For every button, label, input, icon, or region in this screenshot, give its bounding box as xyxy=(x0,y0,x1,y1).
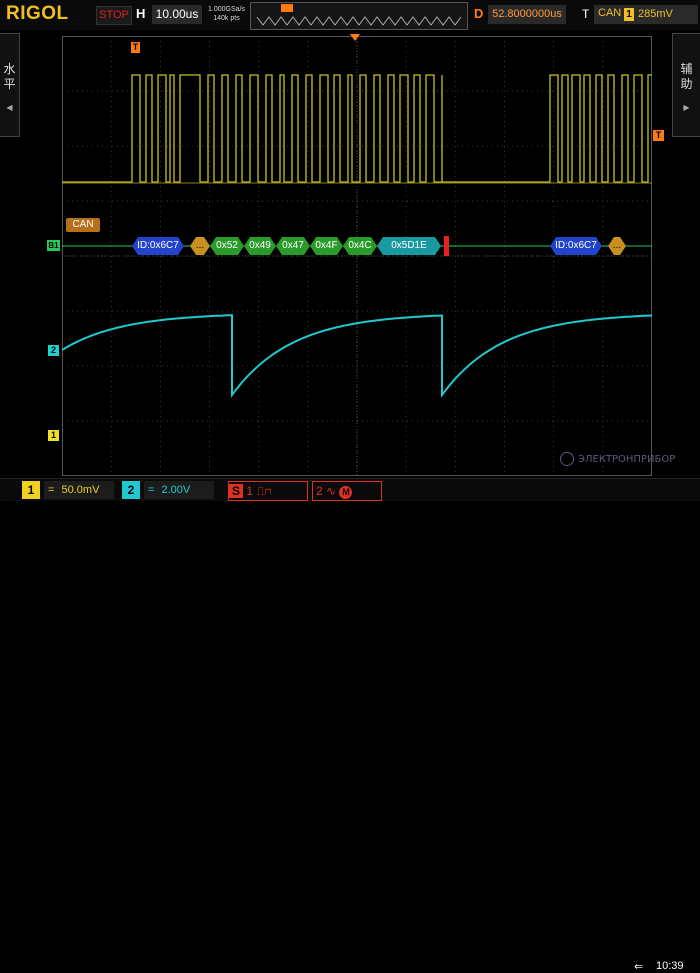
sample-rate: 1.000GSa/s xyxy=(208,6,245,13)
decoded-packet-data: 0x47 xyxy=(276,237,310,255)
bottom-channel-bar: 1 = 50.0mV 2 = 2.00V S 1 ⎍⊓ 2 ∿ M ⇐ 10:3… xyxy=(0,478,700,973)
memory-navigator[interactable] xyxy=(250,2,468,30)
usb-icon: ⇐ xyxy=(634,961,644,973)
horizontal-tab-char-1: 水 xyxy=(3,62,16,76)
source2-num: 2 xyxy=(316,484,323,498)
m-circle-icon: M xyxy=(339,486,353,499)
waveform-canvas xyxy=(62,36,652,476)
trigger-level-marker[interactable]: T xyxy=(653,130,664,141)
pulse-wave-icon: ⎍⊓ xyxy=(256,484,272,498)
source2-button[interactable]: 2 ∿ M xyxy=(312,481,382,501)
trigger-type: CAN xyxy=(598,7,622,19)
source1-button[interactable]: S 1 ⎍⊓ xyxy=(228,481,308,501)
waveform-display[interactable] xyxy=(62,36,652,476)
utility-menu-tab[interactable]: 辅 助 ▶ xyxy=(672,33,700,137)
trigger-label: T xyxy=(582,7,590,21)
ch1-badge[interactable]: 1 xyxy=(22,481,40,499)
delay-value[interactable]: 52.8000000us xyxy=(488,5,566,24)
source1-label: S xyxy=(229,484,244,498)
ch2-badge[interactable]: 2 xyxy=(122,481,140,499)
bus-label: CAN xyxy=(66,218,100,232)
watermark-logo-icon xyxy=(560,452,574,466)
ch2-offset-marker[interactable]: 2 xyxy=(48,345,59,356)
horizontal-menu-tab[interactable]: 水 平 ◀ xyxy=(0,33,20,137)
watermark-text: ЭЛЕКТРОНПРИБОР xyxy=(578,454,676,465)
error-marker xyxy=(444,236,449,256)
ch1-settings[interactable]: = 50.0mV xyxy=(44,481,114,499)
timebase-label: H xyxy=(136,6,146,21)
utility-tab-char-2: 助 xyxy=(680,77,693,91)
trigger-position-marker[interactable]: T xyxy=(131,42,140,53)
bus-marker[interactable]: B1 xyxy=(47,240,60,251)
decoded-packet-crc: 0x5D1E xyxy=(377,237,441,255)
trigger-source: 1 xyxy=(624,8,634,21)
trigger-settings[interactable]: CAN 1 285mV xyxy=(594,5,698,24)
decoded-packet-id: ID:0x6C7 xyxy=(132,237,184,255)
decoded-packet-data: 0x4C xyxy=(343,237,377,255)
decoded-packet-data: 0x52 xyxy=(210,237,244,255)
ch1-offset-marker[interactable]: 1 xyxy=(48,430,59,441)
ch1-coupling: = xyxy=(48,484,55,496)
arrow-right-icon: ▶ xyxy=(683,103,690,112)
horizontal-tab-char-2: 平 xyxy=(3,77,16,91)
clock: 10:39 xyxy=(656,960,684,972)
utility-tab-char-1: 辅 xyxy=(680,62,693,76)
memory-overview-waveform xyxy=(256,4,462,26)
run-stop-status[interactable]: STOP xyxy=(96,6,132,25)
arrow-left-icon: ◀ xyxy=(6,103,13,112)
brand-logo: RIGOL xyxy=(6,3,69,24)
ch2-settings[interactable]: = 2.00V xyxy=(144,481,214,499)
ch2-coupling: = xyxy=(148,484,155,496)
watermark: ЭЛЕКТРОНПРИБОР xyxy=(560,452,675,466)
trigger-position-icon xyxy=(350,34,360,41)
timebase-value[interactable]: 10.00us xyxy=(152,5,202,24)
trigger-position-flag xyxy=(281,4,293,12)
decoded-packet-data: 0x4F xyxy=(310,237,343,255)
trigger-level: 285mV xyxy=(638,8,673,20)
ch2-scale: 2.00V xyxy=(161,484,191,496)
acquisition-info: 1.000GSa/s 140k pts xyxy=(208,5,245,23)
source1-num: 1 xyxy=(246,484,254,498)
ch1-scale: 50.0mV xyxy=(61,484,100,496)
memory-depth: 140k pts xyxy=(213,15,240,22)
delay-label: D xyxy=(474,6,484,21)
top-status-bar: RIGOL STOP H 10.00us 1.000GSa/s 140k pts… xyxy=(0,0,700,30)
decoded-packet-id: ID:0x6C7 xyxy=(550,237,602,255)
sine-wave-icon: ∿ xyxy=(326,484,337,498)
decoded-packet-data: 0x49 xyxy=(244,237,276,255)
